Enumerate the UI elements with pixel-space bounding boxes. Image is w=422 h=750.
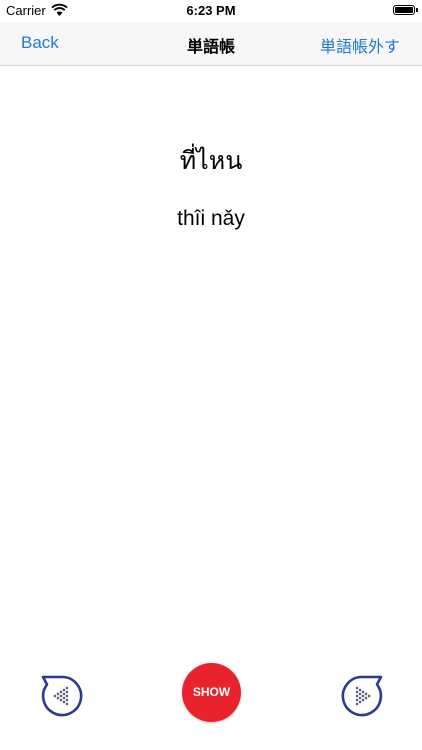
show-button[interactable]: SHOW (182, 663, 241, 722)
next-arrow-icon (341, 675, 383, 717)
previous-button[interactable] (40, 674, 84, 718)
next-button[interactable] (340, 674, 384, 718)
back-button[interactable]: Back (21, 33, 59, 53)
flashcard-romanization: thîi nǎy (177, 207, 245, 230)
remove-from-wordbook-button[interactable]: 単語帳外す (320, 33, 400, 57)
flashcard-word: ที่ไหน (179, 146, 243, 175)
battery-icon (393, 5, 418, 15)
navigation-bar: Back 単語帳 単語帳外す (0, 22, 422, 66)
status-bar: Carrier 6:23 PM (0, 0, 422, 22)
previous-arrow-icon (41, 675, 83, 717)
status-time: 6:23 PM (186, 3, 236, 18)
